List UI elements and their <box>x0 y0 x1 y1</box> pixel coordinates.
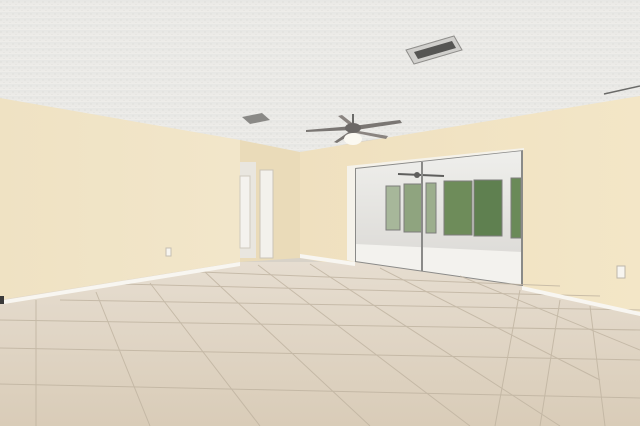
wall-outlet-left <box>165 247 172 257</box>
corner-shadow <box>0 296 4 304</box>
hallway-door-frame <box>239 175 251 249</box>
sunroom-window <box>443 180 473 236</box>
sunroom-window <box>473 179 503 237</box>
room-photo <box>0 0 640 426</box>
fan-light <box>344 133 362 145</box>
room-scene <box>0 0 640 426</box>
sunroom-fan-hub <box>414 172 420 178</box>
closet-door <box>259 169 274 259</box>
sunroom-window <box>510 177 522 239</box>
sunroom-window <box>425 182 437 234</box>
sunroom-window <box>385 185 401 231</box>
fan-motor <box>345 123 361 133</box>
sunroom-window <box>403 183 423 233</box>
wall-outlet <box>616 265 626 279</box>
